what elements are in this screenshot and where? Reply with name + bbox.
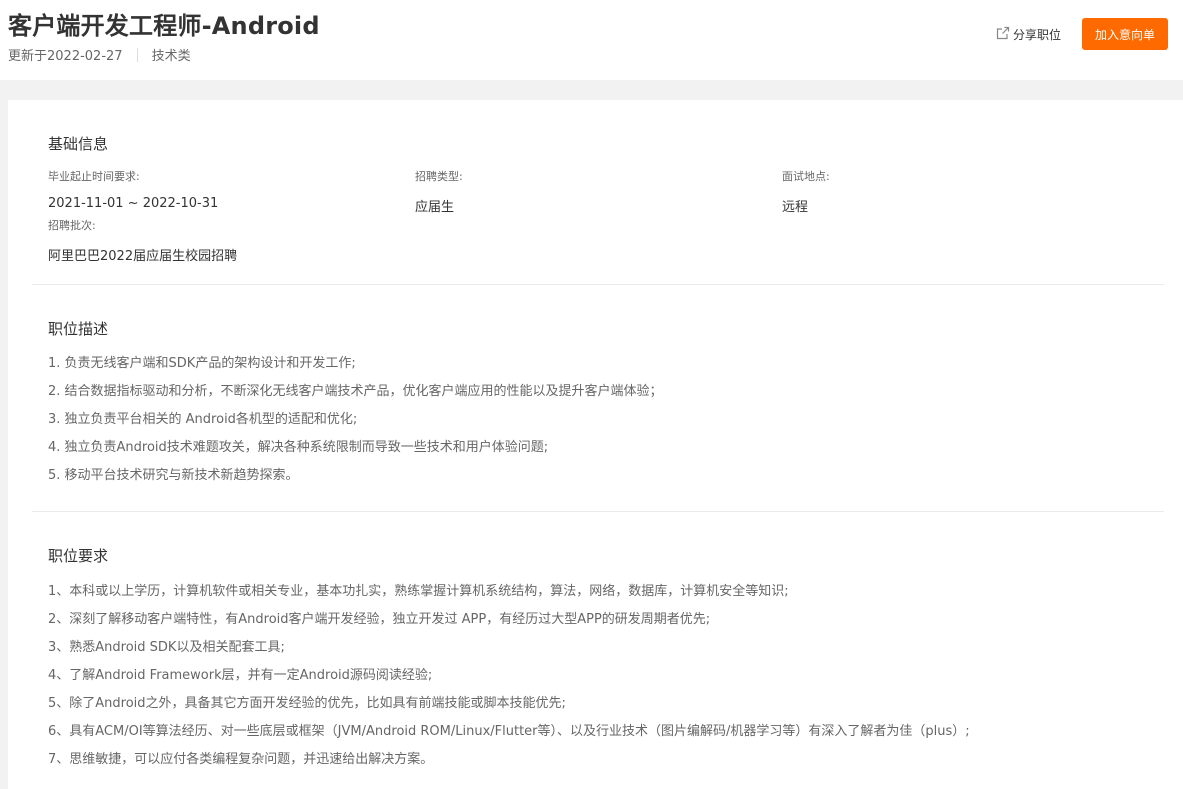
description-list: 1. 负责无线客户端和SDK产品的架构设计和开发工作; 2. 结合数据指标驱动和…: [48, 354, 663, 494]
job-category: 技术类: [151, 49, 191, 64]
add-to-wishlist-button[interactable]: 加入意向单: [1082, 18, 1168, 50]
requirement-item: 7、思维敏捷，可以应付各类编程复杂问题，并迅速给出解决方案。: [48, 752, 434, 767]
batch-label: 招聘批次:: [48, 219, 96, 232]
interview-location-label: 面试地点:: [782, 170, 830, 183]
description-item: 2. 结合数据指标驱动和分析，不断深化无线客户端技术产品，优化客户端应用的性能以…: [48, 384, 663, 399]
recruit-type-label: 招聘类型:: [415, 170, 463, 183]
basic-info-title: 基础信息: [48, 135, 109, 153]
requirements-list: 1、本科或以上学历，计算机软件或相关专业，基本功扎实，熟练掌握计算机系统结构，算…: [48, 582, 970, 778]
share-icon: [996, 26, 1013, 43]
updated-date: 更新于2022-02-27: [8, 49, 123, 64]
description-title: 职位描述: [48, 320, 109, 338]
share-label: 分享职位: [1013, 27, 1062, 42]
requirement-item: 6、具有ACM/OI等算法经历、对一些底层或框架（JVM/Android ROM…: [48, 724, 970, 739]
description-item: 1. 负责无线客户端和SDK产品的架构设计和开发工作;: [48, 356, 356, 371]
description-item: 4. 独立负责Android技术难题攻关，解决各种系统限制而导致一些技术和用户体…: [48, 440, 549, 455]
section-divider: [32, 511, 1164, 512]
grad-time-value: 2021-11-01 ~ 2022-10-31: [48, 196, 219, 211]
page-title: 客户端开发工程师-Android: [8, 12, 320, 40]
recruit-type-value: 应届生: [415, 200, 455, 215]
job-header: 客户端开发工程师-Android 更新于2022-02-27 技术类 分享职位 …: [0, 0, 1183, 80]
requirements-title: 职位要求: [48, 547, 109, 565]
grad-time-label: 毕业起止时间要求:: [48, 170, 140, 183]
section-divider: [32, 284, 1164, 285]
requirement-item: 1、本科或以上学历，计算机软件或相关专业，基本功扎实，熟练掌握计算机系统结构，算…: [48, 584, 789, 599]
batch-value: 阿里巴巴2022届应届生校园招聘: [48, 249, 238, 264]
interview-location-value: 远程: [782, 200, 809, 215]
requirement-item: 2、深刻了解移动客户端特性，有Android客户端开发经验，独立开发过 APP，…: [48, 612, 711, 627]
meta-divider: [136, 47, 138, 62]
description-item: 3. 独立负责平台相关的 Android各机型的适配和优化;: [48, 412, 358, 427]
requirement-item: 5、除了Android之外，具备其它方面开发经验的优先，比如具有前端技能或脚本技…: [48, 696, 566, 711]
job-meta: 更新于2022-02-27 技术类: [8, 45, 191, 64]
requirement-item: 4、了解Android Framework层，并有一定Android源码阅读经验…: [48, 668, 433, 683]
job-detail-card: 基础信息 毕业起止时间要求: 2021-11-01 ~ 2022-10-31 招…: [8, 100, 1183, 789]
description-item: 5. 移动平台技术研究与新技术新趋势探索。: [48, 468, 299, 483]
share-job-link[interactable]: 分享职位: [996, 25, 1061, 43]
requirement-item: 3、熟悉Android SDK以及相关配套工具;: [48, 640, 285, 655]
